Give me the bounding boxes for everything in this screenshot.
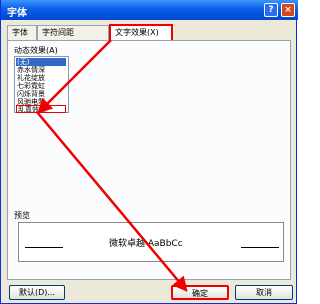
preview-text: 微软卓越 AaBbCc	[109, 239, 183, 249]
font-dialog: 字体 ? × 字体 字符间距 文字效果(X) 动态效果(A) (无) 赤水情深 …	[0, 0, 298, 304]
tab-text-effects[interactable]: 文字效果(X)	[109, 24, 173, 41]
effects-label: 动态效果(A)	[14, 46, 58, 55]
close-button[interactable]: ×	[281, 3, 295, 17]
preview-box: 微软卓越 AaBbCc	[18, 222, 284, 262]
default-button[interactable]: 默认(D)...	[9, 285, 65, 300]
effect-item[interactable]: 七彩霓虹	[16, 82, 66, 90]
preview-baseline-right	[241, 247, 279, 248]
tab-font[interactable]: 字体	[7, 25, 37, 40]
effects-listbox[interactable]: (无) 赤水情深 礼花绽放 七彩霓虹 闪烁背景 风驰电掣 乱真效幻	[14, 56, 69, 113]
effect-item[interactable]: 礼花绽放	[16, 74, 66, 82]
effect-item-highlighted[interactable]: 乱真效幻	[16, 105, 66, 113]
window-title: 字体	[7, 8, 27, 19]
cancel-button[interactable]: 取消	[235, 285, 293, 300]
tab-panel: 动态效果(A) (无) 赤水情深 礼花绽放 七彩霓虹 闪烁背景 风驰电掣 乱真效…	[7, 40, 291, 280]
effect-item[interactable]: 赤水情深	[16, 66, 66, 74]
effect-item-none[interactable]: (无)	[16, 58, 66, 66]
tab-character-spacing[interactable]: 字符间距	[37, 25, 109, 40]
preview-baseline-left	[25, 247, 63, 248]
ok-button[interactable]: 确定	[171, 285, 229, 300]
effect-item[interactable]: 闪烁背景	[16, 90, 66, 98]
title-bar: 字体 ? ×	[1, 0, 298, 20]
preview-label: 预览	[14, 211, 30, 220]
help-button[interactable]: ?	[264, 3, 278, 17]
